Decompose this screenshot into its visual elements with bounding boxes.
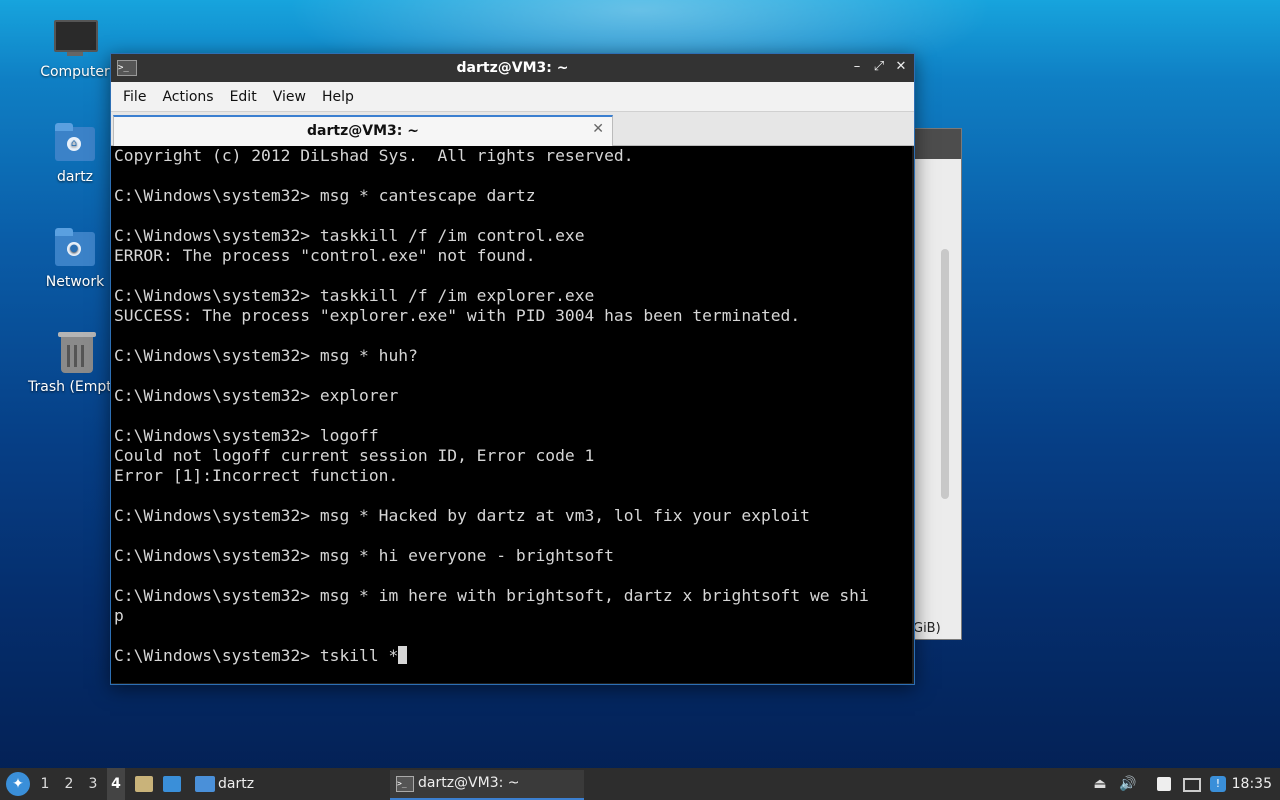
terminal-line: C:\Windows\system32> logoff	[114, 426, 379, 445]
menu-help[interactable]: Help	[314, 89, 362, 105]
terminal-line: SUCCESS: The process "explorer.exe" with…	[114, 306, 801, 325]
notification-icon[interactable]: !	[1210, 776, 1226, 792]
minimize-button[interactable]: –	[850, 59, 864, 75]
tab-label: dartz@VM3: ~	[307, 123, 419, 139]
terminal-line: Could not logoff current session ID, Err…	[114, 446, 595, 465]
terminal-line: p	[114, 606, 124, 625]
menu-actions[interactable]: Actions	[154, 89, 221, 105]
maximize-button[interactable]: ⤢	[872, 59, 886, 75]
terminal-line: Copyright (c) 2012 DiLshad Sys. All righ…	[114, 146, 634, 165]
taskbar-task-label: dartz@VM3: ~	[418, 775, 520, 791]
terminal-line: C:\Windows\system32> taskkill /f /im exp…	[114, 286, 595, 305]
text-cursor	[398, 646, 408, 664]
show-desktop-icon[interactable]	[163, 776, 181, 792]
workspace-2[interactable]: 2	[60, 768, 78, 800]
tab-close-icon[interactable]: ✕	[592, 121, 604, 137]
desktop-icon-label: Network	[45, 274, 105, 290]
terminal-line: C:\Windows\system32> taskkill /f /im con…	[114, 226, 585, 245]
taskbar: ✦ 1 2 3 4 dartz >_ dartz@VM3: ~ ⏏ 🔊 ! 18…	[0, 768, 1280, 800]
terminal-icon: >_	[396, 776, 414, 792]
workspace-1[interactable]: 1	[36, 768, 54, 800]
terminal-window[interactable]: >_ dartz@VM3: ~ – ⤢ ✕ File Actions Edit …	[110, 53, 915, 685]
trash-icon	[55, 331, 99, 375]
terminal-line: C:\Windows\system32> msg * hi everyone -…	[114, 546, 614, 565]
close-button[interactable]: ✕	[894, 59, 908, 75]
workspace-3[interactable]: 3	[84, 768, 102, 800]
desktop-icon-network[interactable]: ● Network	[27, 226, 123, 290]
start-menu-icon[interactable]: ✦	[6, 772, 30, 796]
volume-icon[interactable]: 🔊	[1119, 776, 1136, 792]
menu-file[interactable]: File	[115, 89, 154, 105]
tab-bar: dartz@VM3: ~ ✕	[111, 112, 914, 146]
home-folder-icon: ⌂	[53, 121, 97, 165]
terminal-line: ERROR: The process "control.exe" not fou…	[114, 246, 536, 265]
eject-icon[interactable]: ⏏	[1092, 776, 1108, 792]
terminal-prompt-line[interactable]: C:\Windows\system32> tskill *	[114, 646, 912, 666]
terminal-prompt-text: C:\Windows\system32> tskill *	[114, 646, 399, 665]
desktop-icon-computer[interactable]: Computer	[27, 16, 123, 80]
taskbar-task-terminal[interactable]: >_ dartz@VM3: ~	[390, 770, 584, 800]
background-window-scrollbar[interactable]	[941, 249, 949, 499]
folder-launcher-label[interactable]: dartz	[218, 768, 254, 800]
folder-icon	[195, 776, 215, 792]
terminal-line: C:\Windows\system32> msg * im here with …	[114, 586, 869, 605]
desktop-icon-label: Computer	[40, 64, 110, 80]
network-folder-icon: ●	[53, 226, 97, 270]
background-window-text: GiB)	[913, 621, 941, 636]
window-title: dartz@VM3: ~	[456, 60, 569, 76]
desktop-icon-home-folder[interactable]: ⌂ dartz	[27, 121, 123, 185]
menu-edit[interactable]: Edit	[222, 89, 265, 105]
computer-icon	[53, 16, 98, 60]
terminal-line: Error [1]:Incorrect function.	[114, 466, 399, 485]
network-icon[interactable]	[1183, 778, 1201, 792]
terminal-line: C:\Windows\system32> msg * cantescape da…	[114, 186, 536, 205]
desktop-icon-label: dartz	[56, 169, 94, 185]
file-manager-launcher-icon[interactable]	[135, 776, 153, 792]
clock[interactable]: 18:35	[1232, 768, 1272, 800]
menubar: File Actions Edit View Help	[111, 82, 914, 112]
window-titlebar[interactable]: >_ dartz@VM3: ~ – ⤢ ✕	[111, 54, 914, 82]
clipboard-icon[interactable]	[1157, 777, 1171, 791]
terminal-line: C:\Windows\system32> explorer	[114, 386, 399, 405]
terminal-line: C:\Windows\system32> msg * Hacked by dar…	[114, 506, 810, 525]
terminal-line: C:\Windows\system32> msg * huh?	[114, 346, 418, 365]
terminal-output[interactable]: Copyright (c) 2012 DiLshad Sys. All righ…	[111, 146, 912, 683]
workspace-4[interactable]: 4	[107, 768, 125, 800]
menu-view[interactable]: View	[265, 89, 314, 105]
tab-terminal[interactable]: dartz@VM3: ~ ✕	[113, 115, 613, 146]
